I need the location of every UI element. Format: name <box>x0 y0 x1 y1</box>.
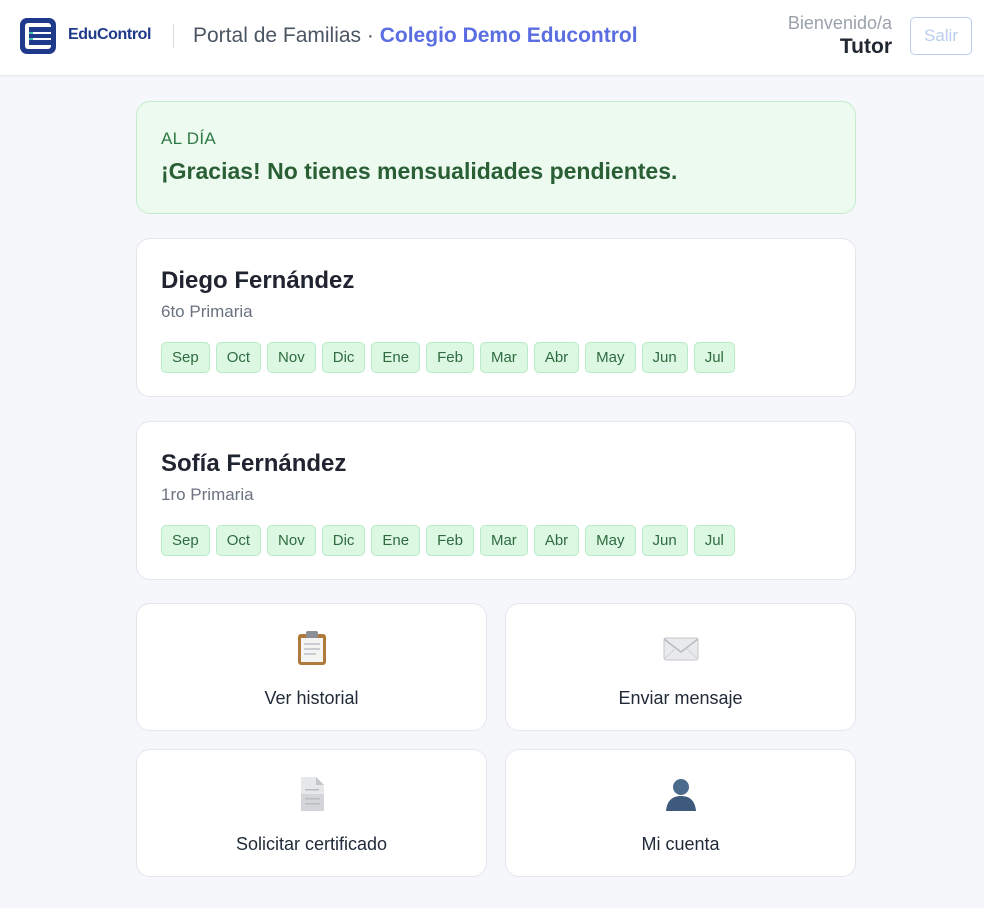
month-badge: Oct <box>215 342 262 373</box>
student-card: Sofía Fernández 1ro Primaria Sep Oct Nov… <box>136 421 856 580</box>
top-header: EduControl Portal de Familias · Colegio … <box>0 0 984 76</box>
month-badge: Jun <box>641 342 688 373</box>
student-grade: 6to Primaria <box>161 302 253 321</box>
month-badge: Sep <box>161 525 210 556</box>
month-badge: Feb <box>426 525 474 556</box>
logout-button[interactable]: Salir <box>910 17 972 55</box>
month-badge: May <box>585 525 636 556</box>
envelope-icon <box>661 628 701 668</box>
view-history-tile[interactable]: Ver historial <box>136 603 487 731</box>
month-badge: Jul <box>693 525 735 556</box>
welcome-label: Bienvenido/a <box>787 13 892 33</box>
month-badge: Nov <box>267 525 316 556</box>
tile-label: Ver historial <box>264 688 359 708</box>
student-card: Diego Fernández 6to Primaria Sep Oct Nov… <box>136 238 856 397</box>
month-badge: Ene <box>371 342 421 373</box>
title-separator: · <box>361 24 380 47</box>
month-badge: May <box>585 342 636 373</box>
portal-label: Portal de Familias <box>193 24 362 47</box>
month-list: Sep Oct Nov Dic Ene Feb Mar Abr May Jun … <box>161 342 741 373</box>
clipboard-icon <box>292 628 332 668</box>
educontrol-logo-icon <box>20 18 56 54</box>
month-badge: Jun <box>641 525 688 556</box>
month-badge: Mar <box>479 342 528 373</box>
month-badge: Abr <box>533 342 580 373</box>
tile-label: Mi cuenta <box>641 834 720 854</box>
welcome-block: Bienvenido/a Tutor <box>788 12 892 60</box>
user-role: Tutor <box>839 35 892 58</box>
page-title: Portal de Familias · Colegio Demo Educon… <box>193 24 638 48</box>
month-list: Sep Oct Nov Dic Ene Feb Mar Abr May Jun … <box>161 525 741 556</box>
month-badge: Feb <box>426 342 474 373</box>
month-badge: Jul <box>693 342 735 373</box>
month-badge: Mar <box>479 525 528 556</box>
request-certificate-tile[interactable]: Solicitar certificado <box>136 749 487 877</box>
school-name: Colegio Demo Educontrol <box>379 24 638 47</box>
status-badge: AL DÍA <box>161 129 217 148</box>
tile-label: Solicitar certificado <box>235 834 388 854</box>
status-message: ¡Gracias! No tienes mensualidades pendie… <box>161 158 678 184</box>
send-message-tile[interactable]: Enviar mensaje <box>505 603 856 731</box>
month-badge: Nov <box>267 342 316 373</box>
student-name: Sofía Fernández <box>161 450 347 477</box>
header-divider <box>173 24 174 48</box>
tile-label: Enviar mensaje <box>618 688 743 708</box>
logo-text: EduControl <box>68 26 152 43</box>
user-icon <box>661 774 701 814</box>
month-badge: Ene <box>371 525 421 556</box>
student-grade: 1ro Primaria <box>161 485 254 504</box>
month-badge: Sep <box>161 342 210 373</box>
month-badge: Dic <box>321 525 366 556</box>
my-account-tile[interactable]: Mi cuenta <box>505 749 856 877</box>
student-name: Diego Fernández <box>161 267 355 294</box>
document-icon <box>292 774 332 814</box>
month-badge: Abr <box>533 525 580 556</box>
month-badge: Dic <box>321 342 366 373</box>
month-badge: Oct <box>215 525 262 556</box>
payment-status-banner: AL DÍA ¡Gracias! No tienes mensualidades… <box>136 101 856 214</box>
